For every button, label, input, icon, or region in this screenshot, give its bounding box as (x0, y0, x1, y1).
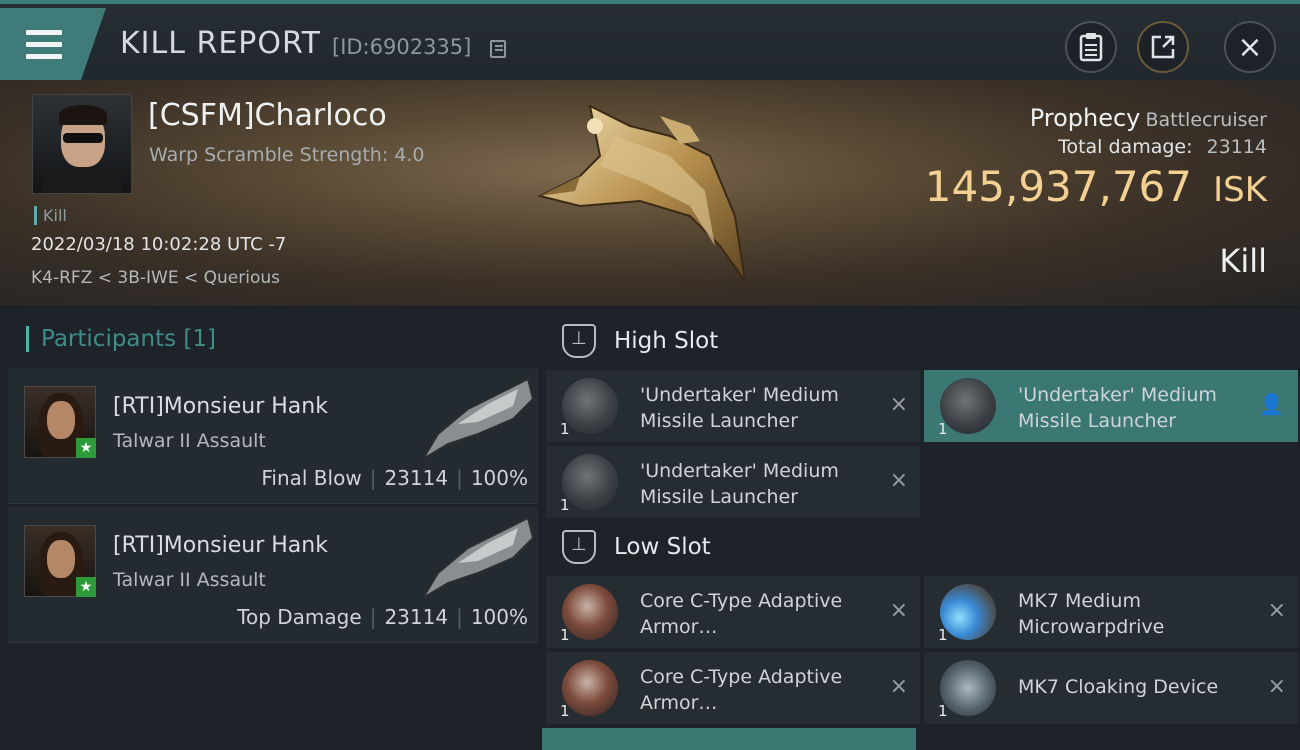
kill-type-tag: Kill (34, 206, 67, 225)
low-slot-icon (562, 530, 596, 564)
module-item[interactable]: 1 'Undertaker' Medium Missile Launcher × (546, 370, 920, 442)
copy-icon[interactable] (490, 40, 506, 58)
low-slot-header: Low Slot (562, 530, 711, 564)
missile-launcher-icon (562, 454, 618, 510)
victim-name[interactable]: [CSFM]Charloco (148, 98, 387, 133)
isk-value: 145,937,767 (924, 162, 1192, 211)
participants-heading: Participants [1] (26, 326, 216, 352)
module-quantity: 1 (560, 420, 570, 438)
user-icon: 👤 (1259, 392, 1284, 416)
star-icon: ★ (76, 577, 96, 597)
microwarpdrive-icon (940, 584, 996, 640)
destroyed-icon: × (1267, 598, 1286, 623)
module-quantity: 1 (938, 626, 948, 644)
hamburger-icon (26, 30, 62, 66)
module-name: Core C-Type Adaptive Armor… (640, 590, 843, 638)
participant-name: [RTI]Monsieur Hank (113, 394, 328, 419)
isk-unit: ISK (1213, 170, 1267, 210)
destroyed-icon: × (889, 598, 908, 623)
module-quantity: 1 (938, 702, 948, 720)
clipboard-icon (1079, 33, 1103, 62)
close-button[interactable]: × (1224, 21, 1276, 73)
total-damage-value: 23114 (1206, 136, 1267, 158)
cloaking-device-icon (940, 660, 996, 716)
module-quantity: 1 (560, 626, 570, 644)
module-quantity: 1 (560, 702, 570, 720)
participant-ship: Talwar II Assault (113, 430, 266, 452)
participant-row[interactable]: ★ [RTI]Monsieur Hank Talwar II Assault F… (8, 368, 538, 504)
fitting-panel: High Slot 1 'Undertaker' Medium Missile … (542, 308, 1300, 750)
destroyed-icon: × (889, 468, 908, 493)
module-name: 'Undertaker' Medium Missile Launcher (640, 460, 839, 508)
victim-avatar[interactable] (32, 94, 132, 194)
participants-panel: Participants [1] ★ [RTI]Monsieur Hank Ta… (0, 308, 540, 750)
close-icon: × (1237, 29, 1263, 65)
participant-damage: 23114 (384, 466, 449, 490)
module-quantity: 1 (560, 496, 570, 514)
low-slot-label: Low Slot (614, 534, 711, 560)
module-item[interactable]: 1 Core C-Type Adaptive Armor… × (546, 652, 920, 724)
participant-stats: Top Damage | 23114 | 100% (237, 605, 528, 629)
module-item[interactable]: 1 Core C-Type Adaptive Armor… × (546, 576, 920, 648)
module-name: Core C-Type Adaptive Armor… (640, 666, 843, 714)
module-quantity: 1 (938, 420, 948, 438)
participant-percent: 100% (470, 466, 528, 490)
high-slot-header: High Slot (562, 324, 718, 358)
high-slot-label: High Slot (614, 328, 719, 354)
module-name: 'Undertaker' Medium Missile Launcher (1018, 384, 1217, 432)
ship-class: Battlecruiser (1145, 109, 1267, 131)
page-title: KILL REPORT (120, 26, 321, 61)
destroyed-icon: × (889, 392, 908, 417)
module-item-partial[interactable] (542, 728, 916, 750)
top-bar: KILL REPORT [ID:6902335] × (0, 0, 1300, 84)
victim-banner: [CSFM]Charloco Warp Scramble Strength: 4… (0, 80, 1300, 306)
ship-info: Prophecy Battlecruiser Total damage: 231… (925, 104, 1267, 211)
star-icon: ★ (76, 438, 96, 458)
participant-tag: Final Blow (261, 466, 362, 490)
module-item[interactable]: 1 'Undertaker' Medium Missile Launcher 👤 (924, 370, 1298, 442)
menu-button[interactable] (0, 8, 106, 84)
kill-datetime: 2022/03/18 10:02:28 UTC -7 (31, 234, 287, 255)
missile-launcher-icon (940, 378, 996, 434)
participant-name: [RTI]Monsieur Hank (113, 533, 328, 558)
module-item[interactable]: 1 MK7 Cloaking Device × (924, 652, 1298, 724)
participant-damage: 23114 (384, 605, 449, 629)
participant-ship: Talwar II Assault (113, 569, 266, 591)
destroyed-icon: × (889, 674, 908, 699)
participant-row[interactable]: ★ [RTI]Monsieur Hank Talwar II Assault T… (8, 507, 538, 643)
ship-image (537, 104, 746, 282)
participant-percent: 100% (470, 605, 528, 629)
participant-ship-image (422, 516, 535, 599)
participant-ship-image (422, 377, 535, 460)
kill-result: Kill (1219, 242, 1267, 280)
total-damage-label: Total damage: (1058, 136, 1193, 158)
module-name: MK7 Cloaking Device (1018, 676, 1219, 698)
warp-scramble-strength: Warp Scramble Strength: 4.0 (149, 144, 425, 166)
destroyed-icon: × (1267, 674, 1286, 699)
armor-hardener-icon (562, 660, 618, 716)
participant-tag: Top Damage (237, 605, 362, 629)
share-icon (1151, 35, 1175, 59)
module-name: 'Undertaker' Medium Missile Launcher (640, 384, 839, 432)
share-button[interactable] (1137, 21, 1189, 73)
module-item[interactable]: 1 'Undertaker' Medium Missile Launcher × (546, 446, 920, 518)
armor-hardener-icon (562, 584, 618, 640)
clipboard-button[interactable] (1065, 21, 1117, 73)
high-slot-icon (562, 324, 596, 358)
participant-stats: Final Blow | 23114 | 100% (261, 466, 528, 490)
missile-launcher-icon (562, 378, 618, 434)
ship-name[interactable]: Prophecy (1030, 104, 1141, 132)
module-item[interactable]: 1 MK7 Medium Microwarpdrive × (924, 576, 1298, 648)
module-name: MK7 Medium Microwarpdrive (1018, 590, 1165, 638)
kill-location[interactable]: K4-RFZ < 3B-IWE < Querious (31, 268, 280, 288)
report-id: [ID:6902335] (332, 35, 472, 59)
